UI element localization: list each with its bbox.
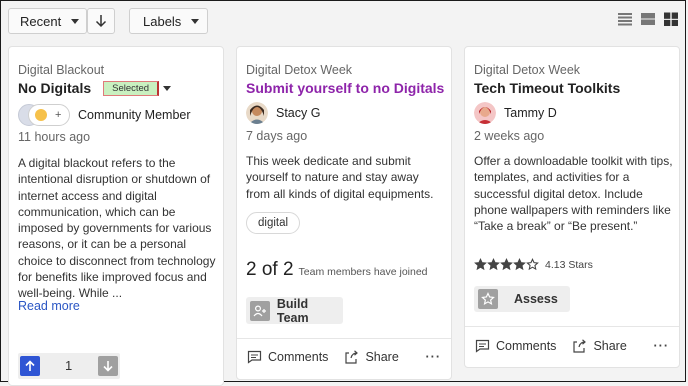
build-team-button[interactable]: Build Team	[246, 296, 343, 325]
share-button[interactable]: Share	[572, 339, 627, 353]
build-team-label: Build Team	[276, 296, 309, 325]
rating-text: 4.13 Stars	[545, 258, 593, 271]
star-empty-icon	[526, 258, 539, 271]
share-button[interactable]: Share	[344, 350, 399, 364]
rating-row: 4.13 Stars	[474, 258, 593, 271]
card-actions: Comments Share ···	[247, 350, 441, 364]
star-rating[interactable]	[474, 258, 539, 271]
arrow-down-icon	[103, 361, 113, 372]
card-body: A digital blackout refers to the intenti…	[18, 156, 216, 301]
star-filled-icon	[500, 258, 513, 271]
more-options-icon[interactable]: ···	[426, 350, 442, 364]
comments-label: Comments	[268, 350, 329, 364]
team-status: 2 of 2 Team members have joined	[246, 259, 428, 281]
star-filled-icon	[474, 258, 487, 271]
sort-dropdown[interactable]: Recent	[8, 8, 87, 34]
author-row: Stacy G	[246, 102, 320, 124]
post-time: 7 days ago	[246, 129, 308, 143]
downvote-button[interactable]	[98, 356, 118, 376]
compact-view-icon[interactable]	[641, 12, 655, 26]
card-title[interactable]: No Digitals	[18, 80, 91, 96]
user-avatar[interactable]	[246, 102, 268, 124]
idea-card[interactable]: Digital Detox Week Tech Timeout Toolkits…	[464, 46, 680, 368]
read-more-link[interactable]: Read more	[18, 299, 80, 313]
post-time: 2 weeks ago	[474, 129, 545, 143]
author-row: + Community Member	[18, 104, 191, 126]
team-note: Team members have joined	[298, 266, 428, 278]
reaction-add-label: +	[55, 109, 62, 121]
author-name[interactable]: Stacy G	[276, 106, 320, 120]
assess-label: Assess	[514, 292, 558, 306]
chevron-down-icon[interactable]	[163, 85, 172, 91]
upvote-button[interactable]	[20, 356, 40, 376]
arrow-up-icon	[25, 360, 35, 371]
labels-dropdown[interactable]: Labels	[129, 8, 208, 34]
comment-icon	[247, 350, 262, 364]
card-title[interactable]: Tech Timeout Toolkits	[474, 80, 620, 96]
share-label: Share	[365, 350, 399, 364]
card-divider	[237, 338, 451, 339]
reaction-group[interactable]: +	[18, 104, 70, 126]
idea-card[interactable]: Digital Blackout No Digitals Selected + …	[8, 46, 224, 386]
user-avatar[interactable]	[474, 102, 496, 124]
vote-control: 1	[18, 353, 120, 379]
author-name[interactable]: Community Member	[78, 108, 191, 122]
tag-chip[interactable]: digital	[246, 212, 301, 234]
chevron-down-icon	[191, 18, 200, 24]
assess-button[interactable]: Assess	[474, 286, 570, 312]
comments-label: Comments	[496, 339, 557, 353]
share-icon	[573, 339, 587, 353]
arrow-down-icon	[95, 15, 107, 28]
chevron-down-icon	[71, 18, 80, 24]
list-view-icon[interactable]	[618, 12, 632, 26]
status-badge-label: Selected	[112, 82, 150, 94]
author-row: Tammy D	[474, 102, 557, 124]
share-label: Share	[593, 339, 627, 353]
vote-count: 1	[65, 358, 73, 373]
author-name[interactable]: Tammy D	[504, 106, 557, 120]
comment-icon	[475, 339, 490, 353]
card-title[interactable]: Submit yourself to no Digitals	[246, 80, 444, 96]
clap-icon	[35, 109, 47, 121]
view-switcher	[618, 12, 678, 27]
comments-button[interactable]: Comments	[475, 339, 556, 353]
star-filled-icon	[513, 258, 526, 271]
status-badge[interactable]: Selected	[103, 80, 160, 96]
card-body: This week dedicate and submit yourself t…	[246, 154, 434, 201]
team-count: 2 of 2	[246, 259, 294, 280]
star-icon	[478, 289, 498, 309]
sort-direction-button[interactable]	[87, 8, 115, 34]
card-category: Digital Blackout	[18, 63, 105, 77]
card-category: Digital Detox Week	[246, 63, 353, 77]
share-icon	[345, 350, 359, 364]
idea-card[interactable]: Digital Detox Week Submit yourself to no…	[236, 46, 452, 380]
card-actions: Comments Share ···	[475, 339, 669, 353]
sort-dropdown-label: Recent	[20, 13, 62, 29]
comments-button[interactable]: Comments	[247, 350, 328, 364]
card-body: Offer a downloadable toolkit with tips, …	[474, 154, 673, 234]
post-time: 11 hours ago	[18, 130, 91, 144]
card-divider	[465, 326, 679, 327]
add-user-icon	[250, 300, 270, 321]
reaction-button[interactable]: +	[28, 104, 70, 126]
star-filled-icon	[487, 258, 500, 271]
card-category: Digital Detox Week	[474, 63, 581, 77]
more-options-icon[interactable]: ···	[654, 339, 670, 353]
grid-view-icon[interactable]	[664, 12, 678, 27]
labels-dropdown-label: Labels	[143, 13, 182, 29]
